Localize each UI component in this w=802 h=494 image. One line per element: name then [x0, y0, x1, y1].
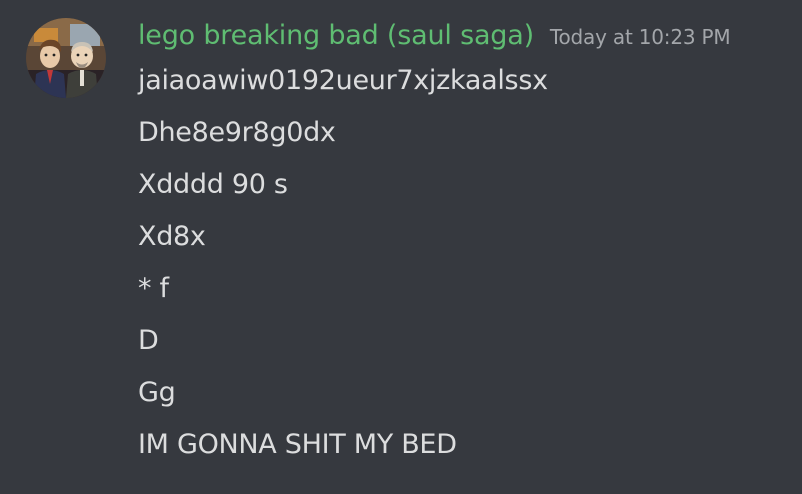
message-line: Xd8x — [138, 221, 206, 252]
message-line: jaiaoawiw0192ueur7xjzkaalssx — [138, 65, 548, 96]
message-line: Gg — [138, 377, 176, 408]
chat-message: lego breaking bad (saul saga) Today at 1… — [0, 0, 802, 494]
message-line: D — [138, 325, 159, 356]
message-line: Xdddd 90 s — [138, 169, 288, 200]
author-name[interactable]: lego breaking bad (saul saga) — [138, 20, 534, 51]
message-line: Dhe8e9r8g0dx — [138, 117, 336, 148]
message-header: lego breaking bad (saul saga) Today at 1… — [138, 20, 731, 58]
message-content: jaiaoawiw0192ueur7xjzkaalssx Dhe8e9r8g0d… — [138, 60, 788, 476]
message-line: IM GONNA SHIT MY BED — [138, 429, 457, 460]
message-line: * f — [138, 273, 169, 304]
message-timestamp[interactable]: Today at 10:23 PM — [550, 25, 731, 49]
user-avatar[interactable] — [26, 18, 106, 98]
